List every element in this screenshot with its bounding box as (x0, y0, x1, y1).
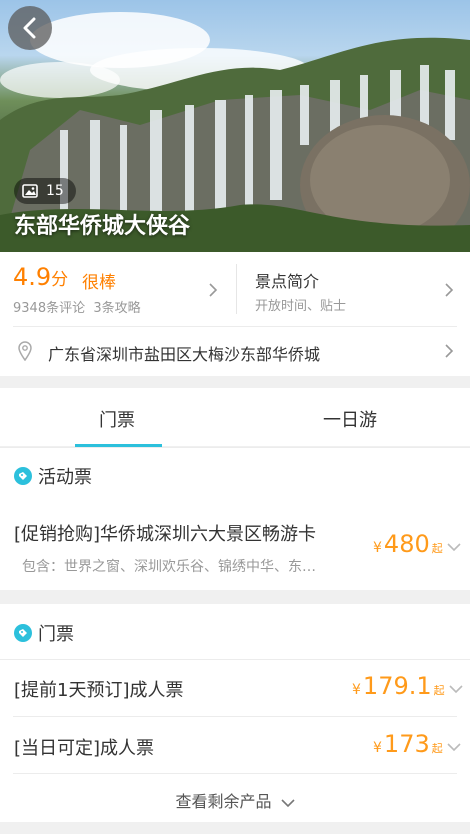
image-icon (22, 184, 38, 198)
product-tabs: 门票 一日游 (0, 388, 470, 446)
chevron-right-icon (209, 283, 218, 297)
rating-word: 很棒 (82, 273, 116, 293)
intro-title: 景点简介 (255, 272, 320, 291)
hero-banner[interactable]: 15 东部华侨城大侠谷 (0, 0, 470, 252)
chevron-down-icon (447, 543, 461, 552)
chevron-right-icon (445, 283, 454, 297)
activity-section-title: 活动票 (38, 467, 92, 488)
photo-count: 15 (46, 183, 64, 199)
ticket-includes: 包含：世界之窗、深圳欢乐谷、锦绣中华、东… (22, 559, 316, 575)
tab-day-tour[interactable]: 一日游 (323, 406, 377, 432)
ticket-price: ¥ 179.1 起 (352, 672, 463, 700)
rating-score: 4.9分 (13, 263, 69, 291)
chevron-down-icon (447, 743, 461, 752)
review-stats: 9348条评论 3条攻略 (13, 301, 141, 316)
intro-subtitle: 开放时间、贴士 (255, 299, 347, 314)
ticket-tag-icon (14, 467, 32, 485)
show-more-products-button[interactable]: 查看剩余产品 (0, 788, 470, 812)
tab-tickets[interactable]: 门票 (99, 406, 135, 432)
divider (0, 659, 470, 660)
chevron-right-icon (445, 344, 454, 358)
address-row[interactable]: 广东省深圳市盐田区大梅沙东部华侨城 (0, 327, 470, 376)
back-arrow-icon (23, 17, 36, 39)
divider (13, 716, 457, 717)
activity-ticket-section: 活动票 [促销抢购]华侨城深圳六大景区畅游卡 包含：世界之窗、深圳欢乐谷、锦绣中… (0, 448, 470, 590)
ticket-section-title: 门票 (38, 624, 74, 645)
ticket-tag-icon (14, 624, 32, 642)
divider (13, 773, 457, 774)
rating-link[interactable]: 4.9分 很棒 9348条评论 3条攻略 (0, 252, 236, 326)
show-more-label: 查看剩余产品 (175, 792, 272, 811)
ticket-title: [当日可定]成人票 (14, 738, 155, 759)
location-pin-icon (18, 341, 32, 361)
ticket-title: [提前1天预订]成人票 (14, 680, 184, 701)
address-text: 广东省深圳市盐田区大梅沙东部华侨城 (48, 345, 321, 364)
photo-count-badge[interactable]: 15 (14, 178, 76, 204)
activity-section-header: 活动票 (14, 463, 92, 489)
ticket-section-header: 门票 (14, 620, 74, 646)
chevron-down-icon (449, 685, 463, 694)
ticket-section: 门票 [提前1天预订]成人票 ¥ 179.1 起 [当日可定]成人票 ¥ 173… (0, 604, 470, 822)
info-card: 4.9分 很棒 9348条评论 3条攻略 景点简介 开放时间、贴士 广东省深圳市… (0, 252, 470, 376)
ticket-price: ¥ 480 起 (373, 530, 461, 558)
attraction-title: 东部华侨城大侠谷 (14, 214, 191, 239)
ticket-price: ¥ 173 起 (373, 730, 461, 758)
ticket-title: [促销抢购]华侨城深圳六大景区畅游卡 (14, 524, 317, 545)
chevron-down-icon (280, 798, 295, 807)
intro-link[interactable]: 景点简介 开放时间、贴士 (237, 252, 470, 326)
back-button[interactable] (8, 6, 52, 50)
